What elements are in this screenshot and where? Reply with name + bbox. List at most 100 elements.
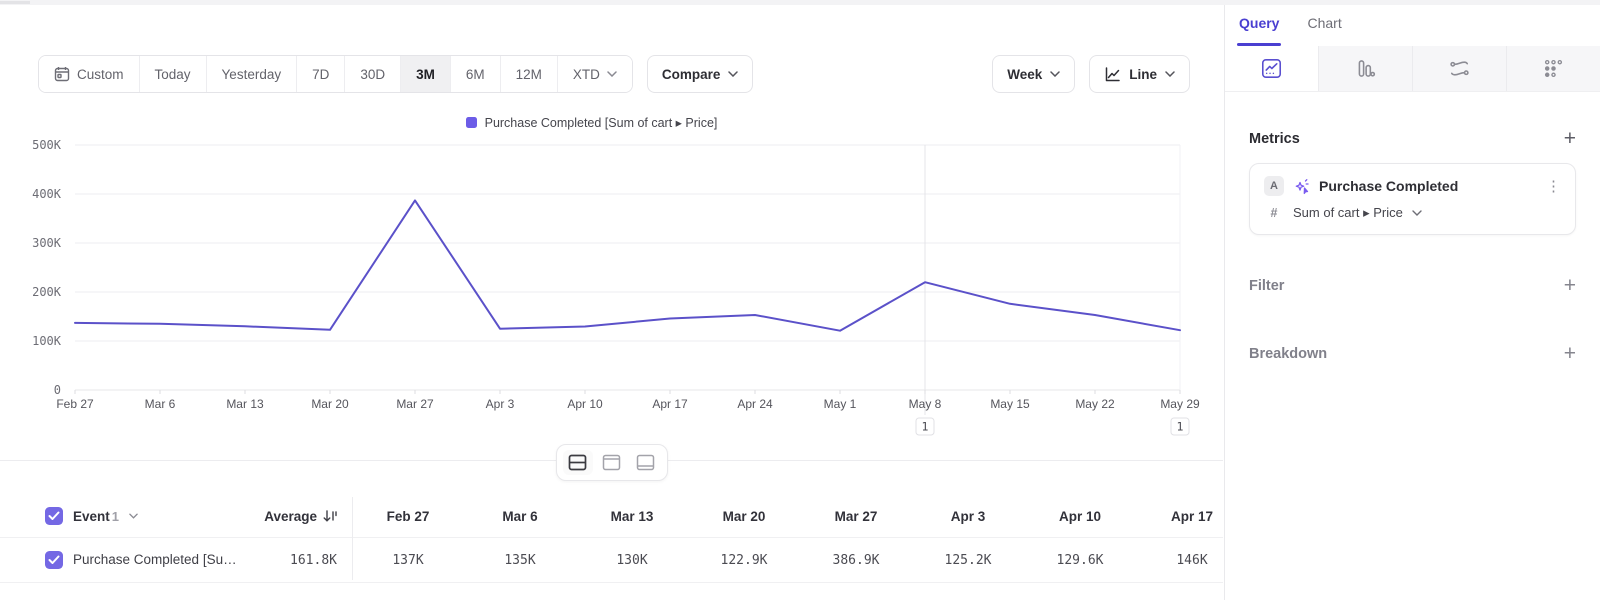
range-custom-button[interactable]: Custom [39,56,139,92]
row-cell-value: 125.2K [912,553,1024,568]
y-axis-tick-label: 100K [32,334,62,348]
select-all-checkbox[interactable] [45,507,63,525]
panel-body: Metrics + A Purchase Completed ⋮ # Sum o… [1225,128,1600,364]
x-axis-tick-label: Apr 3 [486,397,515,411]
annotation-badge-count: 1 [922,420,929,434]
line-chart[interactable]: 0100K200K300K400K500KFeb 27Mar 6Mar 13Ma… [0,135,1223,447]
date-column-header: Apr 17 [1136,509,1223,524]
chart-table-divider [0,460,1223,461]
row-series-name[interactable]: Purchase Completed [Sum of cart ▸ Price] [73,552,240,568]
layout-split-button[interactable] [563,450,593,475]
range-30d-button[interactable]: 30D [344,56,400,92]
flows-icon [1449,58,1470,79]
date-column-header: Feb 27 [352,509,464,524]
table-header-row: Event1 Average Feb 27 Mar 6 Mar 13 Mar 2… [0,495,1223,537]
range-12m-button[interactable]: 12M [500,56,557,92]
date-column-header: Mar 20 [688,509,800,524]
add-metric-button[interactable]: + [1564,128,1576,149]
main-area: Custom Today Yesterday 7D 30D 3M 6M 12M … [0,5,1223,600]
panel-tabs: Query Chart [1225,5,1600,46]
chart-style-dropdown[interactable]: Line [1089,55,1190,93]
tab-query[interactable]: Query [1239,15,1279,46]
range-today-button[interactable]: Today [139,56,206,92]
range-yesterday-button[interactable]: Yesterday [206,56,297,92]
legend-label: Purchase Completed [Sum of cart ▸ Price] [485,115,718,130]
metric-event-name[interactable]: Purchase Completed [1319,178,1537,194]
report-type-flows[interactable] [1412,46,1506,91]
chart-legend: Purchase Completed [Sum of cart ▸ Price] [0,115,1183,130]
x-axis-tick-label: Apr 17 [652,397,688,411]
layout-table-top-button[interactable] [597,450,627,475]
metrics-title: Metrics [1249,131,1300,147]
sort-descending-icon [323,509,337,523]
metric-aggregation-selector[interactable]: # Sum of cart ▸ Price [1264,205,1561,221]
chevron-down-icon [1165,71,1175,77]
metric-options-kebab-icon[interactable]: ⋮ [1546,179,1561,194]
row-cell-value: 137K [352,553,464,568]
range-3m-button[interactable]: 3M [400,56,450,92]
compare-button[interactable]: Compare [647,55,754,93]
report-type-funnels[interactable] [1318,46,1412,91]
row-cell-value: 146K [1136,553,1223,568]
report-type-insights[interactable] [1225,46,1318,91]
breakdown-section-header: Breakdown + [1249,343,1576,364]
breakdown-table: Event1 Average Feb 27 Mar 6 Mar 13 Mar 2… [0,495,1223,600]
legend-swatch [466,117,477,128]
y-axis-tick-label: 200K [32,285,62,299]
retention-dots-icon [1543,58,1564,79]
average-column-header[interactable]: Average [240,509,352,524]
granularity-dropdown[interactable]: Week [992,55,1075,93]
layout-table-bottom-button[interactable] [631,450,661,475]
chevron-down-icon [1050,71,1060,77]
range-7d-button[interactable]: 7D [296,56,344,92]
date-column-header: Mar 6 [464,509,576,524]
chart-toolbar: Custom Today Yesterday 7D 30D 3M 6M 12M … [38,55,1190,93]
event-sparkle-icon [1293,178,1310,195]
check-icon [48,555,60,565]
date-range-picker: Custom Today Yesterday 7D 30D 3M 6M 12M … [38,55,633,93]
table-column-divider [352,497,353,580]
series-letter-badge: A [1264,176,1284,196]
filter-section-header: Filter + [1249,275,1576,296]
x-axis-tick-label: May 15 [990,397,1030,411]
event-column-header[interactable]: Event1 [73,509,119,524]
x-axis-tick-label: Feb 27 [56,397,94,411]
chevron-down-icon [728,71,738,77]
x-axis-tick-label: Mar 6 [145,397,176,411]
layout-toggle-group [556,444,668,481]
range-xtd-button[interactable]: XTD [557,56,632,92]
date-column-header: Mar 13 [576,509,688,524]
y-axis-tick-label: 300K [32,236,62,250]
date-column-header: Apr 10 [1024,509,1136,524]
x-axis-tick-label: Mar 13 [226,397,264,411]
date-column-header: Mar 27 [800,509,912,524]
row-cell-value: 386.9K [800,553,912,568]
date-column-header: Apr 3 [912,509,1024,524]
x-axis-tick-label: May 29 [1160,397,1200,411]
row-checkbox[interactable] [45,551,63,569]
number-type-icon: # [1264,206,1284,220]
range-6m-button[interactable]: 6M [450,56,500,92]
layout-split-icon [568,454,587,471]
y-axis-tick-label: 400K [32,187,62,201]
series-line[interactable] [75,200,1180,330]
line-chart-icon [1104,66,1121,83]
filter-title: Filter [1249,278,1284,294]
row-cell-value: 130K [576,553,688,568]
x-axis-tick-label: May 8 [909,397,942,411]
report-type-retention[interactable] [1506,46,1600,91]
row-cell-value: 122.9K [688,553,800,568]
chevron-down-icon [607,71,617,77]
row-cell-value: 129.6K [1024,553,1136,568]
tab-chart[interactable]: Chart [1307,15,1341,46]
table-row: Purchase Completed [Sum of cart ▸ Price]… [0,537,1223,583]
y-axis-tick-label: 0 [54,383,61,397]
metrics-section-header: Metrics + [1249,128,1576,149]
add-filter-button[interactable]: + [1564,275,1576,296]
metric-card[interactable]: A Purchase Completed ⋮ # Sum of cart ▸ P… [1249,163,1576,235]
check-icon [48,511,60,521]
add-breakdown-button[interactable]: + [1564,343,1576,364]
row-average-value: 161.8K [290,553,337,568]
x-axis-tick-label: Apr 10 [567,397,603,411]
x-axis-tick-label: Mar 27 [396,397,434,411]
